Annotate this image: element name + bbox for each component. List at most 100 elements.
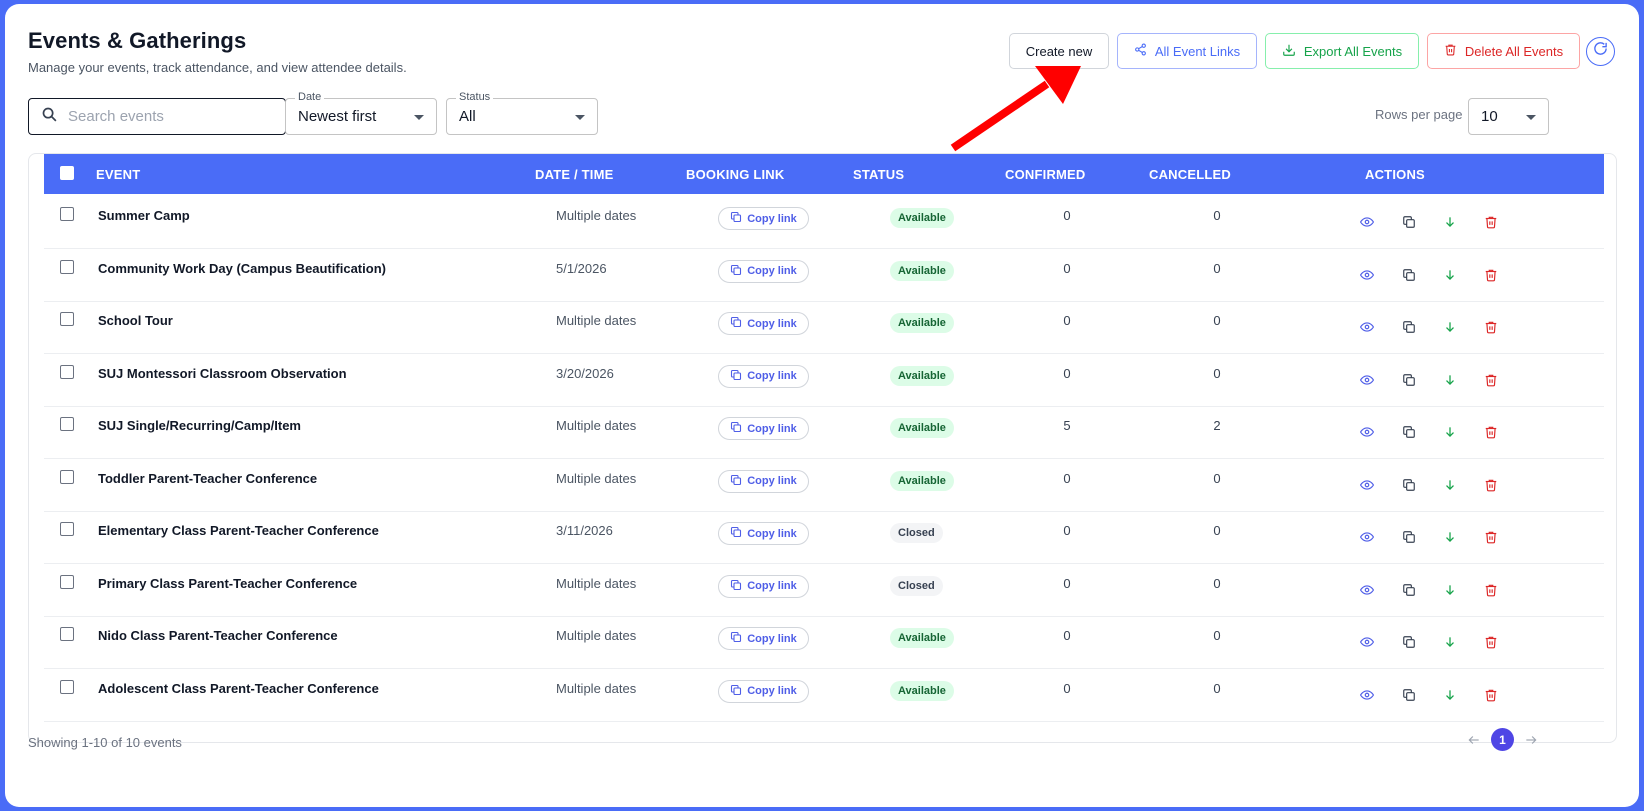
copy-link-label: Copy link bbox=[747, 475, 797, 487]
status-select-legend: Status bbox=[456, 91, 494, 103]
duplicate-icon[interactable] bbox=[1401, 372, 1417, 388]
copy-link-label: Copy link bbox=[747, 580, 797, 592]
row-checkbox[interactable] bbox=[60, 417, 74, 431]
duplicate-icon[interactable] bbox=[1401, 424, 1417, 440]
copy-link-button[interactable]: Copy link bbox=[718, 417, 809, 440]
date-select-legend: Date bbox=[295, 91, 325, 103]
select-all-checkbox[interactable] bbox=[60, 166, 74, 180]
download-icon[interactable] bbox=[1442, 582, 1458, 598]
trash-icon[interactable] bbox=[1483, 214, 1499, 230]
duplicate-icon[interactable] bbox=[1401, 687, 1417, 703]
event-name: School Tour bbox=[98, 313, 173, 328]
download-icon[interactable] bbox=[1442, 214, 1458, 230]
download-icon[interactable] bbox=[1442, 529, 1458, 545]
download-icon[interactable] bbox=[1442, 267, 1458, 283]
view-icon[interactable] bbox=[1359, 372, 1375, 388]
search-input[interactable] bbox=[68, 108, 268, 125]
create-new-button[interactable]: Create new bbox=[1009, 33, 1109, 69]
search-icon bbox=[41, 106, 58, 128]
page-button[interactable]: 1 bbox=[1491, 728, 1514, 751]
copy-link-button[interactable]: Copy link bbox=[718, 679, 809, 703]
prev-page-icon[interactable] bbox=[1465, 731, 1483, 749]
row-checkbox[interactable] bbox=[60, 627, 74, 641]
download-icon[interactable] bbox=[1442, 372, 1458, 388]
download-icon[interactable] bbox=[1442, 634, 1458, 650]
duplicate-icon[interactable] bbox=[1401, 582, 1417, 598]
download-icon[interactable] bbox=[1442, 477, 1458, 493]
row-checkbox[interactable] bbox=[60, 364, 74, 379]
duplicate-icon[interactable] bbox=[1401, 267, 1417, 283]
status-select-value: All bbox=[459, 108, 476, 125]
row-checkbox[interactable] bbox=[60, 312, 74, 326]
column-header-event: EVENT bbox=[96, 167, 141, 182]
app-window: Events & Gatherings Manage your events, … bbox=[5, 4, 1639, 807]
delete-all-events-button[interactable]: Delete All Events bbox=[1427, 33, 1580, 69]
next-page-icon[interactable] bbox=[1522, 731, 1540, 749]
trash-icon[interactable] bbox=[1483, 372, 1499, 388]
copy-link-button[interactable]: Copy link bbox=[718, 259, 809, 283]
confirmed-count: 0 bbox=[1063, 208, 1071, 223]
view-icon[interactable] bbox=[1359, 319, 1375, 335]
event-date: Multiple dates bbox=[556, 418, 637, 433]
trash-icon[interactable] bbox=[1483, 529, 1499, 545]
duplicate-icon[interactable] bbox=[1401, 319, 1417, 335]
copy-link-button[interactable]: Copy link bbox=[718, 207, 809, 230]
cancelled-count: 0 bbox=[1213, 260, 1221, 276]
table-row: SUJ Montessori Classroom Observation 3/20… bbox=[44, 352, 1604, 407]
top-actions: Create new All Event Links Export All Ev… bbox=[1009, 33, 1615, 69]
copy-icon bbox=[730, 631, 742, 646]
copy-link-button[interactable]: Copy link bbox=[718, 522, 809, 545]
row-checkbox[interactable] bbox=[60, 679, 74, 694]
trash-icon[interactable] bbox=[1483, 687, 1499, 703]
duplicate-icon[interactable] bbox=[1401, 529, 1417, 545]
copy-icon bbox=[730, 264, 742, 279]
trash-icon[interactable] bbox=[1483, 319, 1499, 335]
search-field[interactable] bbox=[28, 98, 286, 135]
row-checkbox[interactable] bbox=[60, 259, 74, 274]
duplicate-icon[interactable] bbox=[1401, 634, 1417, 650]
view-icon[interactable] bbox=[1359, 477, 1375, 493]
row-checkbox[interactable] bbox=[60, 574, 74, 589]
trash-icon[interactable] bbox=[1483, 477, 1499, 493]
trash-icon[interactable] bbox=[1483, 267, 1499, 283]
view-icon[interactable] bbox=[1359, 582, 1375, 598]
view-icon[interactable] bbox=[1359, 687, 1375, 703]
view-icon[interactable] bbox=[1359, 267, 1375, 283]
download-icon[interactable] bbox=[1442, 687, 1458, 703]
copy-link-label: Copy link bbox=[747, 317, 797, 330]
trash-icon[interactable] bbox=[1483, 634, 1499, 650]
row-checkbox[interactable] bbox=[60, 469, 74, 484]
view-icon[interactable] bbox=[1359, 214, 1375, 230]
export-all-events-button[interactable]: Export All Events bbox=[1265, 33, 1419, 69]
copy-icon bbox=[730, 474, 742, 489]
all-event-links-button[interactable]: All Event Links bbox=[1117, 33, 1257, 69]
date-sort-select[interactable]: Date Newest first bbox=[285, 91, 437, 135]
row-checkbox[interactable] bbox=[60, 522, 74, 536]
download-icon[interactable] bbox=[1442, 424, 1458, 440]
copy-link-button[interactable]: Copy link bbox=[718, 312, 809, 335]
duplicate-icon[interactable] bbox=[1401, 214, 1417, 230]
row-checkbox[interactable] bbox=[60, 207, 74, 221]
download-icon[interactable] bbox=[1442, 319, 1458, 335]
confirmed-count: 0 bbox=[1063, 575, 1071, 591]
refresh-button[interactable] bbox=[1586, 36, 1615, 66]
copy-link-button[interactable]: Copy link bbox=[718, 364, 809, 388]
status-badge: Available bbox=[890, 260, 954, 281]
cancelled-count: 0 bbox=[1213, 523, 1221, 538]
view-icon[interactable] bbox=[1359, 529, 1375, 545]
view-icon[interactable] bbox=[1359, 424, 1375, 440]
column-header-booking-link: BOOKING LINK bbox=[686, 167, 785, 182]
status-filter-select[interactable]: Status All bbox=[446, 91, 598, 135]
column-header-status: STATUS bbox=[853, 167, 905, 182]
event-date: Multiple dates bbox=[556, 208, 637, 223]
confirmed-count: 0 bbox=[1063, 523, 1071, 538]
copy-link-button[interactable]: Copy link bbox=[718, 627, 809, 650]
event-date: 3/20/2026 bbox=[556, 365, 614, 381]
trash-icon[interactable] bbox=[1483, 424, 1499, 440]
rows-per-page-select[interactable]: 10 bbox=[1468, 98, 1549, 135]
copy-link-button[interactable]: Copy link bbox=[718, 574, 809, 598]
copy-link-button[interactable]: Copy link bbox=[718, 469, 809, 493]
view-icon[interactable] bbox=[1359, 634, 1375, 650]
trash-icon[interactable] bbox=[1483, 582, 1499, 598]
duplicate-icon[interactable] bbox=[1401, 477, 1417, 493]
